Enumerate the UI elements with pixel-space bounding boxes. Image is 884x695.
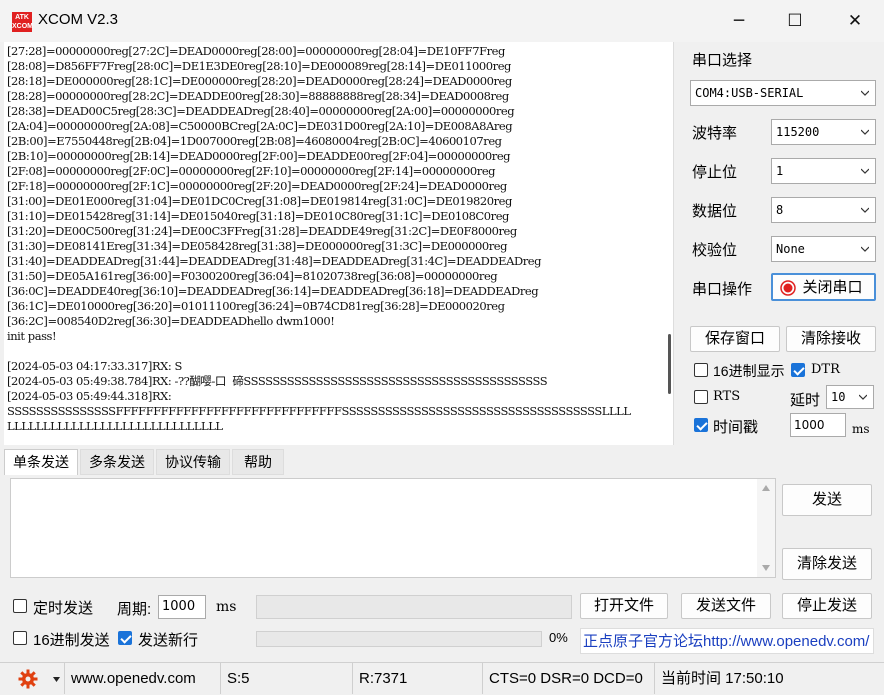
timestamp-checkbox[interactable] [694, 418, 708, 432]
status-sent-count: S:5 [220, 663, 352, 694]
close-port-label: 关闭串口 [802, 279, 863, 296]
forum-link-text: 正点原子官方论坛http://www.openedv.com/ [583, 633, 870, 650]
hex-send-checkbox[interactable] [13, 631, 27, 645]
chevron-down-icon [861, 129, 869, 135]
hex-send-label: 16进制发送 [33, 632, 110, 649]
hex-display-checkbox[interactable] [694, 363, 708, 377]
chevron-down-icon [861, 168, 869, 174]
port-select-value: COM4:USB-SERIAL [695, 86, 804, 100]
chevron-down-icon [861, 207, 869, 213]
app-logo: ATK XCOM [12, 12, 33, 32]
delay-label: 延时 [790, 392, 821, 409]
status-received-count: R:7371 [352, 663, 482, 694]
data-bits-select[interactable]: 8 [771, 197, 876, 223]
open-file-button[interactable]: 打开文件 [580, 593, 668, 619]
receive-scrollbar[interactable] [668, 334, 671, 394]
port-status-icon [780, 280, 796, 296]
period-unit: ms [216, 599, 237, 615]
port-select-label: 串口选择 [692, 52, 753, 69]
period-input[interactable]: 1000 [158, 595, 206, 619]
timestamp-label: 时间戳 [713, 419, 759, 436]
baud-select[interactable]: 115200 [771, 119, 876, 145]
chevron-down-icon [859, 394, 867, 400]
scroll-up-icon[interactable] [762, 485, 770, 491]
gear-icon[interactable] [18, 669, 38, 689]
clear-receive-button[interactable]: 清除接收 [786, 326, 876, 352]
baud-label: 波特率 [692, 125, 738, 142]
parity-value: None [776, 242, 805, 256]
window-title: XCOM V2.3 [38, 11, 119, 28]
status-bar: www.openedv.com S:5 R:7371 CTS=0 DSR=0 D… [0, 662, 884, 695]
send-input[interactable] [10, 478, 776, 578]
dtr-label: DTR [811, 362, 840, 377]
send-progress-bar [256, 631, 542, 647]
receive-text: [27:28]=00000000reg[27:2C]=DEAD0000reg[2… [7, 44, 631, 433]
chevron-down-icon [861, 90, 869, 96]
tab-protocol[interactable]: 协议传输 [156, 449, 230, 475]
delay-select[interactable]: 10 [826, 385, 874, 409]
send-button[interactable]: 发送 [782, 484, 872, 516]
hex-display-label: 16进制显示 [713, 363, 785, 379]
minimize-button[interactable]: ─ [710, 0, 768, 42]
title-bar: ATK XCOM XCOM V2.3 ─ ☐ ✕ [0, 0, 884, 42]
status-control-lines: CTS=0 DSR=0 DCD=0 [482, 663, 654, 694]
stop-send-button[interactable]: 停止发送 [782, 593, 872, 619]
clear-send-button[interactable]: 清除发送 [782, 548, 872, 580]
send-newline-checkbox[interactable] [118, 631, 132, 645]
stop-bits-label: 停止位 [692, 164, 738, 181]
status-current-time: 当前时间 17:50:10 [654, 663, 884, 694]
baud-value: 115200 [776, 125, 820, 139]
timestamp-unit: ms [852, 422, 870, 436]
port-op-label: 串口操作 [692, 281, 753, 298]
stop-bits-value: 1 [776, 164, 784, 178]
progress-percent: 0% [549, 630, 568, 645]
chevron-down-icon [861, 246, 869, 252]
timestamp-interval-input[interactable]: 1000 [790, 413, 846, 437]
forum-link[interactable]: 正点原子官方论坛http://www.openedv.com/ [580, 628, 874, 654]
parity-select[interactable]: None [771, 236, 876, 262]
data-bits-label: 数据位 [692, 203, 738, 220]
data-bits-value: 8 [776, 203, 784, 217]
rts-checkbox[interactable] [694, 390, 708, 404]
close-port-button[interactable]: 关闭串口 [771, 273, 876, 301]
timed-send-label: 定时发送 [33, 600, 94, 617]
tab-multi-send[interactable]: 多条发送 [80, 449, 154, 475]
period-label: 周期: [117, 601, 152, 618]
send-status-bar [256, 595, 572, 619]
close-button[interactable]: ✕ [826, 0, 884, 42]
delay-value: 10 [831, 390, 846, 404]
dtr-checkbox[interactable] [791, 363, 805, 377]
timed-send-checkbox[interactable] [13, 599, 27, 613]
rts-label: RTS [713, 389, 741, 404]
scroll-down-icon[interactable] [762, 565, 770, 571]
tab-help[interactable]: 帮助 [232, 449, 284, 475]
send-file-button[interactable]: 发送文件 [681, 593, 771, 619]
send-newline-label: 发送新行 [138, 632, 199, 649]
settings-dropdown-icon[interactable] [53, 677, 60, 682]
status-url[interactable]: www.openedv.com [64, 663, 220, 694]
stop-bits-select[interactable]: 1 [771, 158, 876, 184]
send-scrollbar[interactable] [757, 479, 775, 577]
maximize-button[interactable]: ☐ [766, 0, 824, 42]
tab-single-send[interactable]: 单条发送 [4, 449, 78, 475]
save-window-button[interactable]: 保存窗口 [690, 326, 780, 352]
receive-area[interactable]: [27:28]=00000000reg[27:2C]=DEAD0000reg[2… [4, 42, 674, 445]
port-select[interactable]: COM4:USB-SERIAL [690, 80, 876, 106]
parity-label: 校验位 [692, 242, 738, 259]
